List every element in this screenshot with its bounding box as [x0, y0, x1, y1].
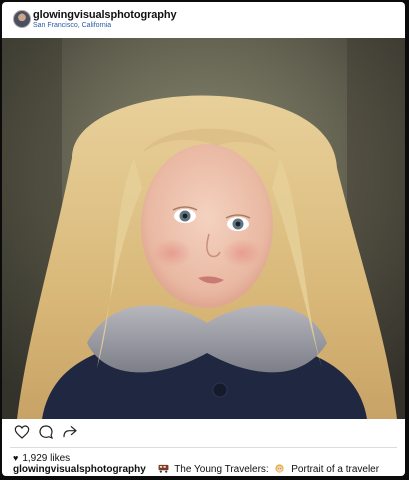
girl-emoji-icon: [275, 464, 285, 473]
caption-text-part1: The Young Travelers:: [174, 464, 269, 475]
post-actions: [2, 420, 405, 446]
post-location[interactable]: San Francisco, California: [33, 22, 111, 29]
comment-bubble-icon[interactable]: [38, 424, 54, 440]
post-divider: [10, 447, 397, 448]
likes-count-row[interactable]: ♥ 1,929 likes: [13, 453, 70, 464]
post-caption: glowingvisualsphotography The Young Trav…: [13, 464, 379, 475]
caption-text-part2: Portrait of a traveler: [291, 464, 380, 475]
profile-avatar[interactable]: [13, 10, 31, 28]
train-emoji-icon: [158, 464, 169, 473]
face: [141, 144, 273, 308]
post-header: glowingvisualsphotography San Francisco,…: [2, 2, 405, 38]
post-photo[interactable]: [2, 38, 405, 419]
heart-outline-icon[interactable]: [14, 424, 30, 440]
caption-username[interactable]: glowingvisualsphotography: [13, 464, 146, 475]
share-arrow-icon[interactable]: [62, 424, 78, 440]
heart-filled-icon: ♥: [13, 453, 19, 463]
likes-count: 1,929 likes: [22, 453, 71, 464]
instagram-post-card: glowingvisualsphotography San Francisco,…: [2, 2, 405, 476]
post-username[interactable]: glowingvisualsphotography: [33, 9, 177, 21]
